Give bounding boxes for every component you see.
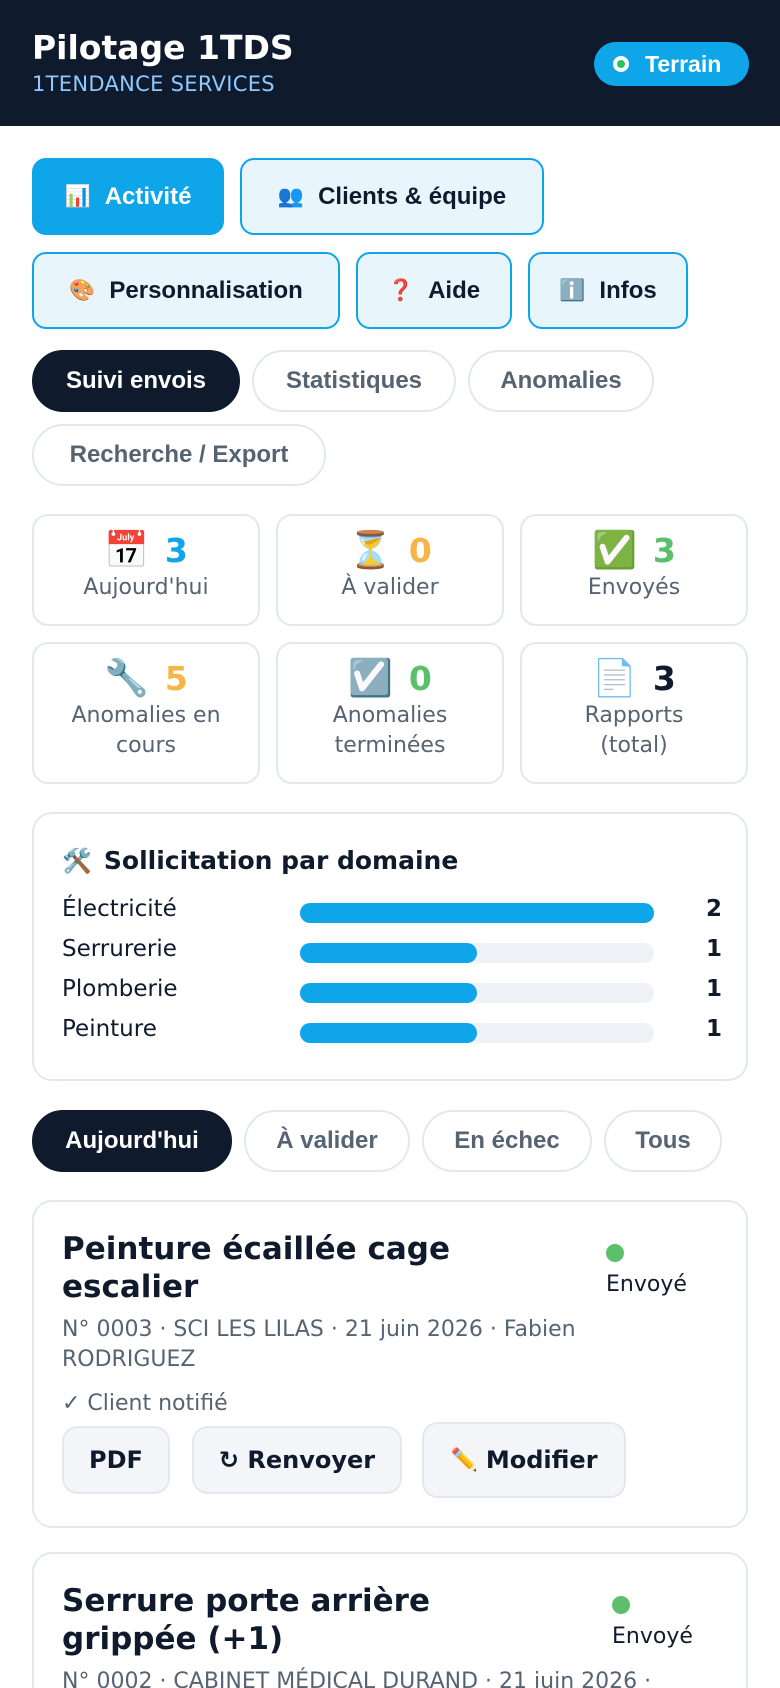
stat-label: Envoyés bbox=[587, 575, 681, 600]
document-icon: 📄 bbox=[592, 658, 637, 699]
bar-chart-icon: 📊 bbox=[64, 184, 91, 208]
tools-icon: 🛠️ bbox=[62, 846, 92, 875]
stat-label: Anomalies terminées bbox=[332, 703, 448, 758]
domain-title-text: Sollicitation par domaine bbox=[103, 846, 459, 875]
domain-row: Plomberie 1 bbox=[62, 976, 722, 1006]
stat-label: Anomalies en cours bbox=[71, 703, 221, 758]
domain-name: Électricité bbox=[62, 896, 177, 922]
filter-aujourdhui[interactable]: Aujourd'hui bbox=[32, 1110, 232, 1172]
domain-name: Plomberie bbox=[62, 976, 178, 1002]
mode-label: Terrain bbox=[645, 50, 722, 77]
tab-suivi-envois[interactable]: Suivi envois bbox=[32, 350, 240, 412]
report-title: Serrure porte arrière grippée (+1) bbox=[62, 1583, 430, 1657]
domain-name: Serrurerie bbox=[62, 936, 177, 962]
filter-en-echec[interactable]: En échec bbox=[422, 1110, 592, 1172]
resend-button[interactable]: ↻ Renvoyer bbox=[192, 1426, 402, 1494]
report-title: Peinture écaillée cage escalier bbox=[62, 1231, 450, 1305]
nav-label: Personnalisation bbox=[109, 276, 303, 304]
app-title: Pilotage 1TDS bbox=[32, 28, 294, 67]
domain-count: 1 bbox=[705, 1016, 722, 1042]
stat-card-aujourdhui[interactable]: 📅 3 Aujourd'hui bbox=[32, 514, 260, 626]
domain-bar-fill bbox=[300, 983, 477, 1003]
stat-value: 5 bbox=[164, 658, 188, 698]
stat-card-envoyes[interactable]: ✅ 3 Envoyés bbox=[520, 514, 748, 626]
domain-row: Serrurerie 1 bbox=[62, 936, 722, 966]
calendar-icon: 📅 bbox=[104, 530, 149, 571]
nav-label: Infos bbox=[599, 276, 657, 304]
domain-row: Électricité 2 bbox=[62, 896, 722, 926]
domain-name: Peinture bbox=[62, 1016, 157, 1042]
report-meta: N° 0003 · SCI LES LILAS · 21 juin 2026 ·… bbox=[62, 1317, 576, 1372]
report-card[interactable]: Serrure porte arrière grippée (+1) Envoy… bbox=[32, 1552, 748, 1688]
domain-row: Peinture 1 bbox=[62, 1016, 722, 1046]
stat-card-a-valider[interactable]: ⏳ 0 À valider bbox=[276, 514, 504, 626]
filter-a-valider[interactable]: À valider bbox=[244, 1110, 410, 1172]
app-subtitle: 1TENDANCE SERVICES bbox=[32, 72, 275, 96]
hourglass-icon: ⏳ bbox=[348, 530, 393, 571]
status-badge: Envoyé bbox=[606, 1272, 687, 1297]
client-notified-label: ✓ Client notifié bbox=[62, 1391, 228, 1416]
domain-bar-track bbox=[300, 943, 654, 963]
palette-icon: 🎨 bbox=[69, 278, 96, 302]
filter-tous[interactable]: Tous bbox=[604, 1110, 722, 1172]
nav-label: Clients & équipe bbox=[318, 182, 507, 210]
stat-value: 3 bbox=[652, 530, 676, 570]
stat-value: 0 bbox=[408, 530, 432, 570]
people-icon: 👥 bbox=[277, 184, 305, 208]
domain-bar-track bbox=[300, 1023, 654, 1043]
domain-count: 1 bbox=[705, 936, 722, 962]
domain-breakdown-card: 🛠️ Sollicitation par domaine Électricité… bbox=[32, 812, 748, 1081]
checkbox-icon: ☑️ bbox=[348, 658, 393, 699]
wrench-icon: 🔧 bbox=[104, 658, 149, 699]
nav-activite-button[interactable]: 📊 Activité bbox=[32, 158, 224, 235]
domain-bar-track bbox=[300, 983, 654, 1003]
status-badge: Envoyé bbox=[612, 1624, 693, 1649]
domain-card-title: 🛠️ Sollicitation par domaine bbox=[62, 846, 458, 875]
stat-label: À valider bbox=[341, 575, 439, 600]
info-icon: ℹ️ bbox=[559, 278, 586, 302]
nav-clients-equipe-button[interactable]: 👥 Clients & équipe bbox=[240, 158, 544, 235]
edit-button[interactable]: ✏️ Modifier bbox=[422, 1422, 626, 1498]
tab-recherche-export[interactable]: Recherche / Export bbox=[32, 424, 326, 486]
app-header: Pilotage 1TDS 1TENDANCE SERVICES Terrain bbox=[0, 0, 780, 126]
check-icon: ✅ bbox=[592, 530, 637, 571]
tab-anomalies[interactable]: Anomalies bbox=[468, 350, 654, 412]
pencil-icon: ✏️ bbox=[450, 1447, 478, 1473]
edit-label: Modifier bbox=[485, 1446, 598, 1474]
domain-count: 2 bbox=[705, 896, 722, 922]
nav-aide-button[interactable]: ❓ Aide bbox=[356, 252, 512, 329]
mode-toggle-button[interactable]: Terrain bbox=[594, 42, 749, 86]
stat-value: 0 bbox=[408, 658, 432, 698]
domain-bar-track bbox=[300, 903, 654, 923]
nav-label: Activité bbox=[104, 182, 192, 210]
pdf-button[interactable]: PDF bbox=[62, 1426, 170, 1494]
stat-value: 3 bbox=[164, 530, 188, 570]
domain-bar-fill bbox=[300, 1023, 477, 1043]
nav-label: Aide bbox=[428, 276, 481, 304]
nav-infos-button[interactable]: ℹ️ Infos bbox=[528, 252, 688, 329]
question-icon: ❓ bbox=[387, 278, 415, 302]
nav-personnalisation-button[interactable]: 🎨 Personnalisation bbox=[32, 252, 340, 329]
stat-label: Rapports (total) bbox=[584, 703, 684, 758]
status-dot-icon bbox=[613, 56, 629, 72]
stat-card-anomalies-en-cours[interactable]: 🔧 5 Anomalies en cours bbox=[32, 642, 260, 784]
stat-card-rapports-total[interactable]: 📄 3 Rapports (total) bbox=[520, 642, 748, 784]
report-card[interactable]: Peinture écaillée cage escalier Envoyé N… bbox=[32, 1200, 748, 1528]
report-meta: N° 0002 · CABINET MÉDICAL DURAND · 21 ju… bbox=[62, 1669, 652, 1688]
stat-value: 3 bbox=[652, 658, 676, 698]
domain-count: 1 bbox=[705, 976, 722, 1002]
stat-card-anomalies-terminees[interactable]: ☑️ 0 Anomalies terminées bbox=[276, 642, 504, 784]
status-dot-icon bbox=[612, 1596, 630, 1614]
status-dot-icon bbox=[606, 1244, 624, 1262]
domain-bar-fill bbox=[300, 943, 477, 963]
domain-bar-fill bbox=[300, 903, 654, 923]
stat-label: Aujourd'hui bbox=[83, 575, 209, 600]
tab-statistiques[interactable]: Statistiques bbox=[252, 350, 456, 412]
